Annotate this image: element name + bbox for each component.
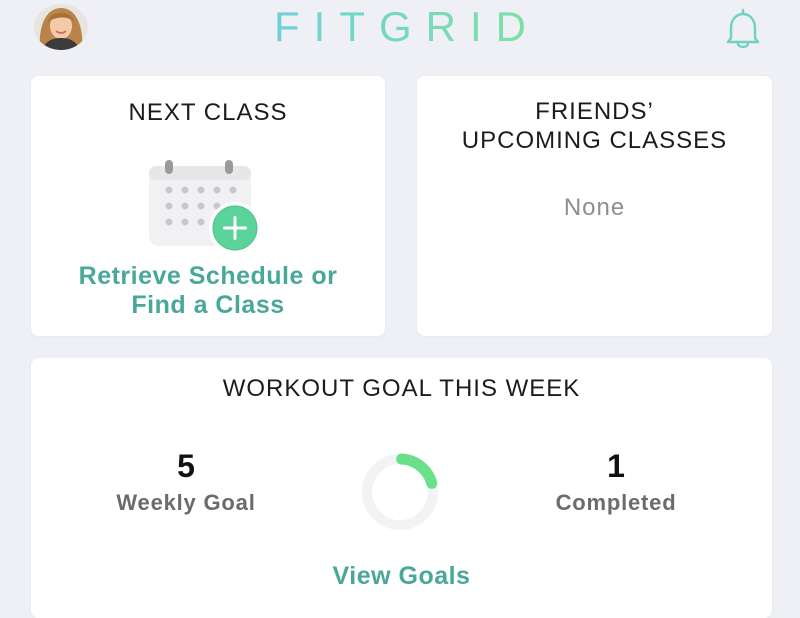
workout-goal-card: WORKOUT GOAL THIS WEEK 5 Weekly Goal 1 C… bbox=[31, 358, 772, 618]
goal-progress-ring-svg bbox=[362, 453, 438, 530]
next-class-card: NEXT CLASS Retrieve Schedule or Find a C… bbox=[31, 76, 385, 336]
friends-upcoming-title-line2: UPCOMING CLASSES bbox=[461, 127, 728, 154]
retrieve-schedule-link-line1: Retrieve Schedule or bbox=[78, 262, 338, 290]
next-class-title: NEXT CLASS bbox=[128, 99, 288, 126]
app-logo-text: FITGRID bbox=[274, 3, 540, 50]
weekly-goal-label: Weekly Goal bbox=[116, 490, 256, 515]
friends-upcoming-title: FRIENDS’ UPCOMING CLASSES bbox=[417, 97, 772, 155]
goal-progress-ring bbox=[357, 450, 447, 530]
bell-icon bbox=[726, 8, 760, 49]
friends-upcoming-classes-card: FRIENDS’ UPCOMING CLASSES None bbox=[417, 76, 772, 336]
workout-goal-title: WORKOUT GOAL THIS WEEK bbox=[222, 375, 581, 402]
completed-value: 1 bbox=[607, 448, 625, 484]
notifications-button[interactable] bbox=[720, 6, 766, 50]
app-logo: FITGRID bbox=[0, 2, 800, 52]
friends-empty-text: None bbox=[563, 194, 626, 221]
calendar-add-icon bbox=[149, 160, 261, 254]
weekly-goal-stat: 5 Weekly Goal bbox=[66, 448, 306, 516]
friends-upcoming-title-line1: FRIENDS’ bbox=[535, 98, 654, 125]
find-class-button[interactable] bbox=[141, 158, 271, 258]
progress-ring-fill bbox=[396, 453, 438, 489]
weekly-goal-value: 5 bbox=[177, 448, 195, 484]
retrieve-schedule-link[interactable]: Retrieve Schedule or Find a Class bbox=[31, 262, 385, 320]
completed-stat: 1 Completed bbox=[496, 448, 736, 516]
view-goals-link[interactable]: View Goals bbox=[31, 562, 772, 591]
completed-label: Completed bbox=[555, 490, 677, 515]
retrieve-schedule-link-line2: Find a Class bbox=[131, 291, 285, 319]
app-header: FITGRID bbox=[0, 0, 800, 62]
